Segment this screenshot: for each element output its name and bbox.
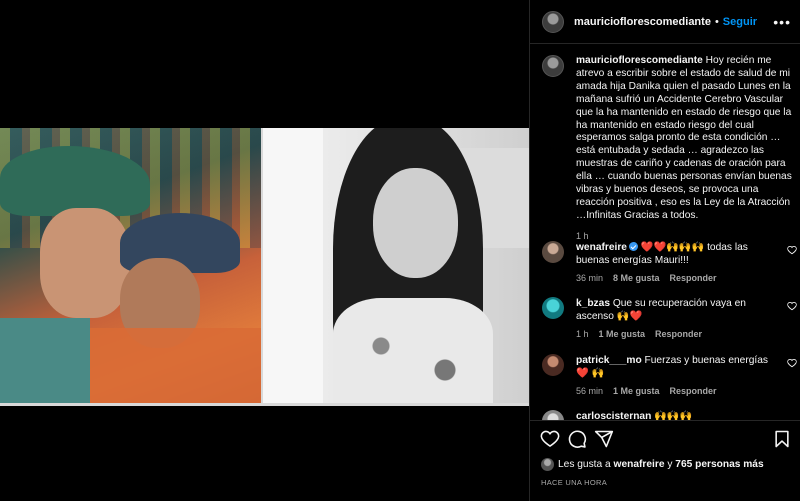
comment-body: wenafreire ❤️❤️🙌🙌🙌 todas las buenas ener… [576,241,776,267]
reply-button[interactable]: Responder [670,386,717,396]
comment-item: k_bzas Que su recuperación vaya en ascen… [542,297,797,339]
caption-text: mauricioflorescomediante Hoy recién me a… [576,55,792,223]
comment-likes[interactable]: 8 Me gusta [613,273,660,283]
post-side-panel: mauricioflorescomediante • Seguir ••• ma… [529,0,800,501]
bookmark-icon[interactable] [772,429,792,449]
comment-like-heart-icon[interactable] [787,301,797,311]
commenter-avatar[interactable] [542,410,564,420]
commenter-avatar[interactable] [542,354,564,376]
post-media[interactable] [0,0,529,501]
post-timestamp: HACE UNA HORA [541,478,607,487]
likes-connector: y [667,459,673,470]
comment-likes[interactable]: 1 Me gusta [599,329,646,339]
share-icon[interactable] [594,429,614,449]
likes-prefix: Les gusta a [558,459,611,470]
comment-item: wenafreire ❤️❤️🙌🙌🙌 todas las buenas ener… [542,241,797,283]
more-options-icon[interactable]: ••• [773,14,791,30]
caption-timestamp: 1 h [576,230,589,241]
author-avatar[interactable] [542,10,564,33]
reply-button[interactable]: Responder [655,329,702,339]
comment-time: 36 min [576,273,604,283]
comment-time: 1 h [576,329,589,339]
comment-emoji: 🙌❤️ [616,311,643,322]
comment-meta: 36 min 8 Me gusta Responder [576,273,797,283]
comment-item: patrick___mo Fuerzas y buenas energías ❤… [542,354,797,396]
comment-body: k_bzas Que su recuperación vaya en ascen… [576,297,776,323]
separator-dot: • [714,15,719,28]
post-header: mauricioflorescomediante • Seguir ••• [530,0,800,44]
action-icons-row [540,429,792,451]
photo-father-and-daughter-kiss [0,128,261,403]
verified-icon [628,242,638,251]
commenter-avatar[interactable] [542,297,564,319]
caption-body: Hoy recién me atrevo a escribir sobre el… [576,55,792,221]
comment-meta: 1 h 1 Me gusta Responder [576,329,797,339]
comment-like-heart-icon[interactable] [787,358,797,368]
comment-emoji: ❤️❤️🙌🙌🙌 [640,242,705,253]
comment-like-heart-icon[interactable] [787,245,797,255]
caption-username[interactable]: mauricioflorescomediante [576,55,703,66]
commenter-avatar[interactable] [542,241,564,263]
commenter-username[interactable]: wenafreire [576,242,627,253]
author-username[interactable]: mauricioflorescomediante [574,16,711,28]
comment-body: patrick___mo Fuerzas y buenas energías ❤… [576,354,776,380]
photo-young-woman-portrait [263,128,529,403]
comment-emoji: ❤️ 🙌 [576,368,605,379]
commenter-username[interactable]: patrick___mo [576,355,642,366]
comments-scroll-area[interactable]: mauricioflorescomediante Hoy recién me a… [530,45,800,420]
commenter-username[interactable]: carloscisternan [576,411,651,420]
liker-username[interactable]: wenafreire [614,459,665,470]
heart-icon[interactable] [540,429,560,449]
comment-text: Fuerzas y buenas energías [644,355,768,366]
comment-meta: 56 min 1 Me gusta Responder [576,386,797,396]
reply-button[interactable]: Responder [670,273,717,283]
commenter-username[interactable]: k_bzas [576,298,610,309]
comment-emoji: 🙌🙌🙌 [654,411,693,420]
likes-count[interactable]: 765 personas más [675,459,763,470]
caption-avatar[interactable] [542,55,564,77]
comment-likes[interactable]: 1 Me gusta [613,386,660,396]
comment-icon[interactable] [567,429,587,449]
comment-time: 56 min [576,386,604,396]
follow-button[interactable]: Seguir [723,16,757,28]
comment-body: carloscisternan 🙌🙌🙌 [576,410,776,420]
post-actions: Les gusta a wenafreire y 765 personas má… [530,420,800,501]
liker-avatar[interactable] [541,458,554,471]
post-caption: mauricioflorescomediante Hoy recién me a… [542,55,792,241]
likes-summary: Les gusta a wenafreire y 765 personas má… [541,458,764,471]
comment-item: carloscisternan 🙌🙌🙌 [542,410,797,420]
